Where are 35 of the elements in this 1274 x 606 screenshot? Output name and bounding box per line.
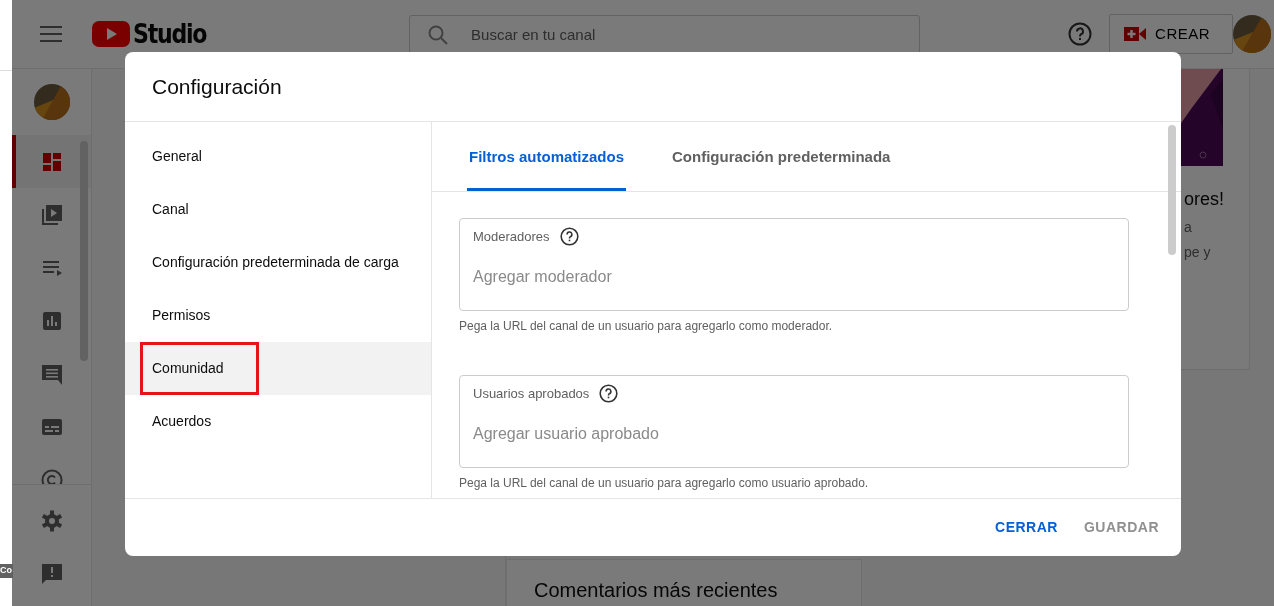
menu-item[interactable]: Comunidad — [140, 342, 259, 395]
menu-item[interactable]: Configuración predeterminada de carga — [140, 236, 411, 289]
tooltip: Co — [0, 564, 13, 578]
helper-text: Pega la URL del canal de un usuario para agregarlo como moderador. — [459, 318, 834, 335]
feedback-icon[interactable] — [39, 561, 64, 586]
search-icon — [428, 24, 449, 45]
menu-item[interactable]: General — [140, 130, 214, 183]
menu-item[interactable]: Acuerdos — [140, 395, 224, 448]
menu-icon[interactable] — [40, 26, 62, 42]
logo-icon — [92, 21, 130, 47]
help-icon[interactable] — [599, 384, 619, 404]
helper-text: Pega la URL del canal de un usuario para agregarlo como usuario aprobado. — [459, 475, 870, 492]
card-text: a — [1184, 218, 1193, 237]
video-library-icon[interactable] — [39, 202, 64, 227]
field-label: Moderadores — [473, 228, 550, 246]
menu-item[interactable]: Canal — [140, 183, 201, 236]
scrollbar-thumb[interactable] — [1168, 125, 1176, 255]
logo-text: Studio — [133, 17, 207, 51]
copyright-icon[interactable] — [39, 467, 64, 484]
dialog-title: Configuración — [152, 73, 282, 100]
help-icon[interactable] — [559, 227, 579, 247]
field-label: Usuarios aprobados — [473, 385, 590, 403]
tab[interactable]: Filtros automatizados — [467, 122, 627, 191]
card-title: ores! — [1184, 188, 1226, 211]
menu-item[interactable]: Permisos — [140, 289, 223, 342]
scrollbar-thumb[interactable] — [80, 141, 88, 361]
tab[interactable]: Configuración predeterminada — [670, 122, 893, 191]
avatar[interactable] — [1233, 15, 1272, 53]
section-title: Comentarios más recientes — [534, 578, 779, 603]
close-button[interactable]: CERRAR — [987, 509, 1066, 546]
create-button[interactable]: CREAR — [1109, 14, 1234, 54]
video-camera-icon — [1124, 27, 1147, 41]
channel-avatar[interactable] — [33, 84, 70, 120]
settings-icon[interactable] — [39, 508, 64, 533]
card-text: pe y — [1184, 243, 1212, 262]
